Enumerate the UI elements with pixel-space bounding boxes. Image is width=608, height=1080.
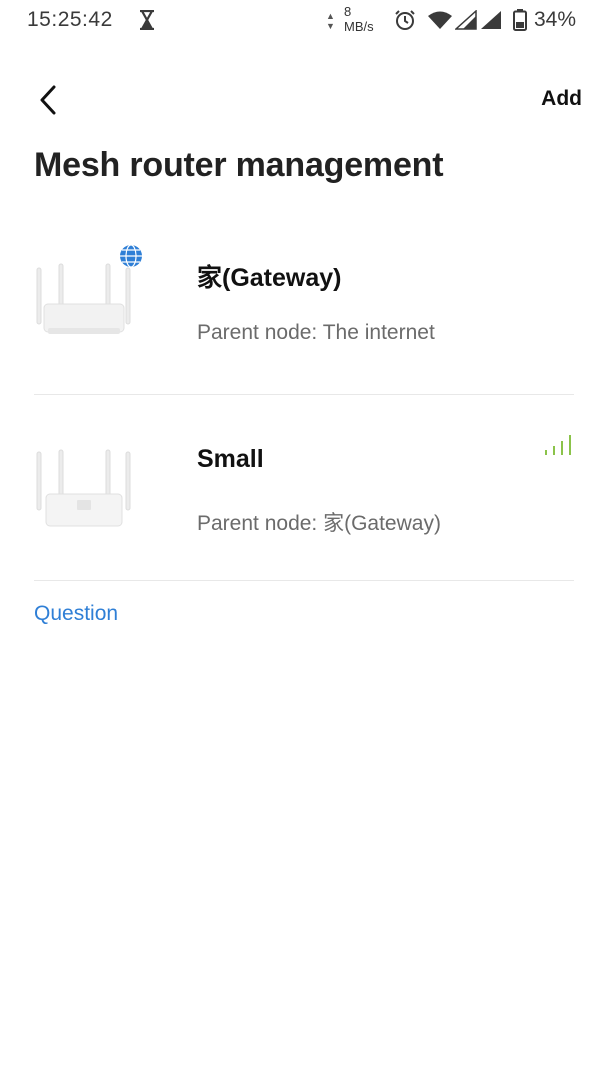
- router-image: [36, 449, 131, 527]
- parent-node-label: Parent node: 家(Gateway): [197, 512, 441, 535]
- data-arrows-icon: ▲ ▼: [326, 11, 335, 31]
- signal-strength-icon: [545, 435, 571, 455]
- network-speed: ▲ ▼ 8 MB/s: [326, 5, 386, 37]
- add-button[interactable]: Add: [541, 87, 582, 111]
- chevron-left-icon: [40, 85, 56, 115]
- parent-node-label: Parent node: The internet: [197, 321, 435, 344]
- wifi-icon: [428, 11, 452, 29]
- hourglass-icon: [140, 10, 154, 30]
- battery-icon: [513, 9, 527, 31]
- router-name: Small: [197, 445, 264, 473]
- page-title: Mesh router management: [34, 146, 444, 184]
- net-speed-unit: MB/s: [344, 19, 374, 34]
- signal-icon: [455, 10, 477, 30]
- battery-percentage: 34%: [534, 8, 577, 31]
- status-time: 15:25:42: [27, 8, 113, 31]
- back-button[interactable]: [30, 80, 66, 120]
- question-link[interactable]: Question: [34, 602, 118, 626]
- router-name: 家(Gateway): [197, 264, 342, 292]
- alarm-icon: [395, 10, 415, 30]
- router-item-small[interactable]: Small Parent node: 家(Gateway): [34, 394, 574, 581]
- net-speed-value: 8: [344, 4, 352, 19]
- status-bar: 15:25:42 ▲ ▼ 8 MB/s 34%: [0, 0, 608, 42]
- signal-icon: [481, 11, 501, 29]
- globe-icon: [120, 244, 142, 268]
- router-item-gateway[interactable]: 家(Gateway) Parent node: The internet: [34, 208, 574, 395]
